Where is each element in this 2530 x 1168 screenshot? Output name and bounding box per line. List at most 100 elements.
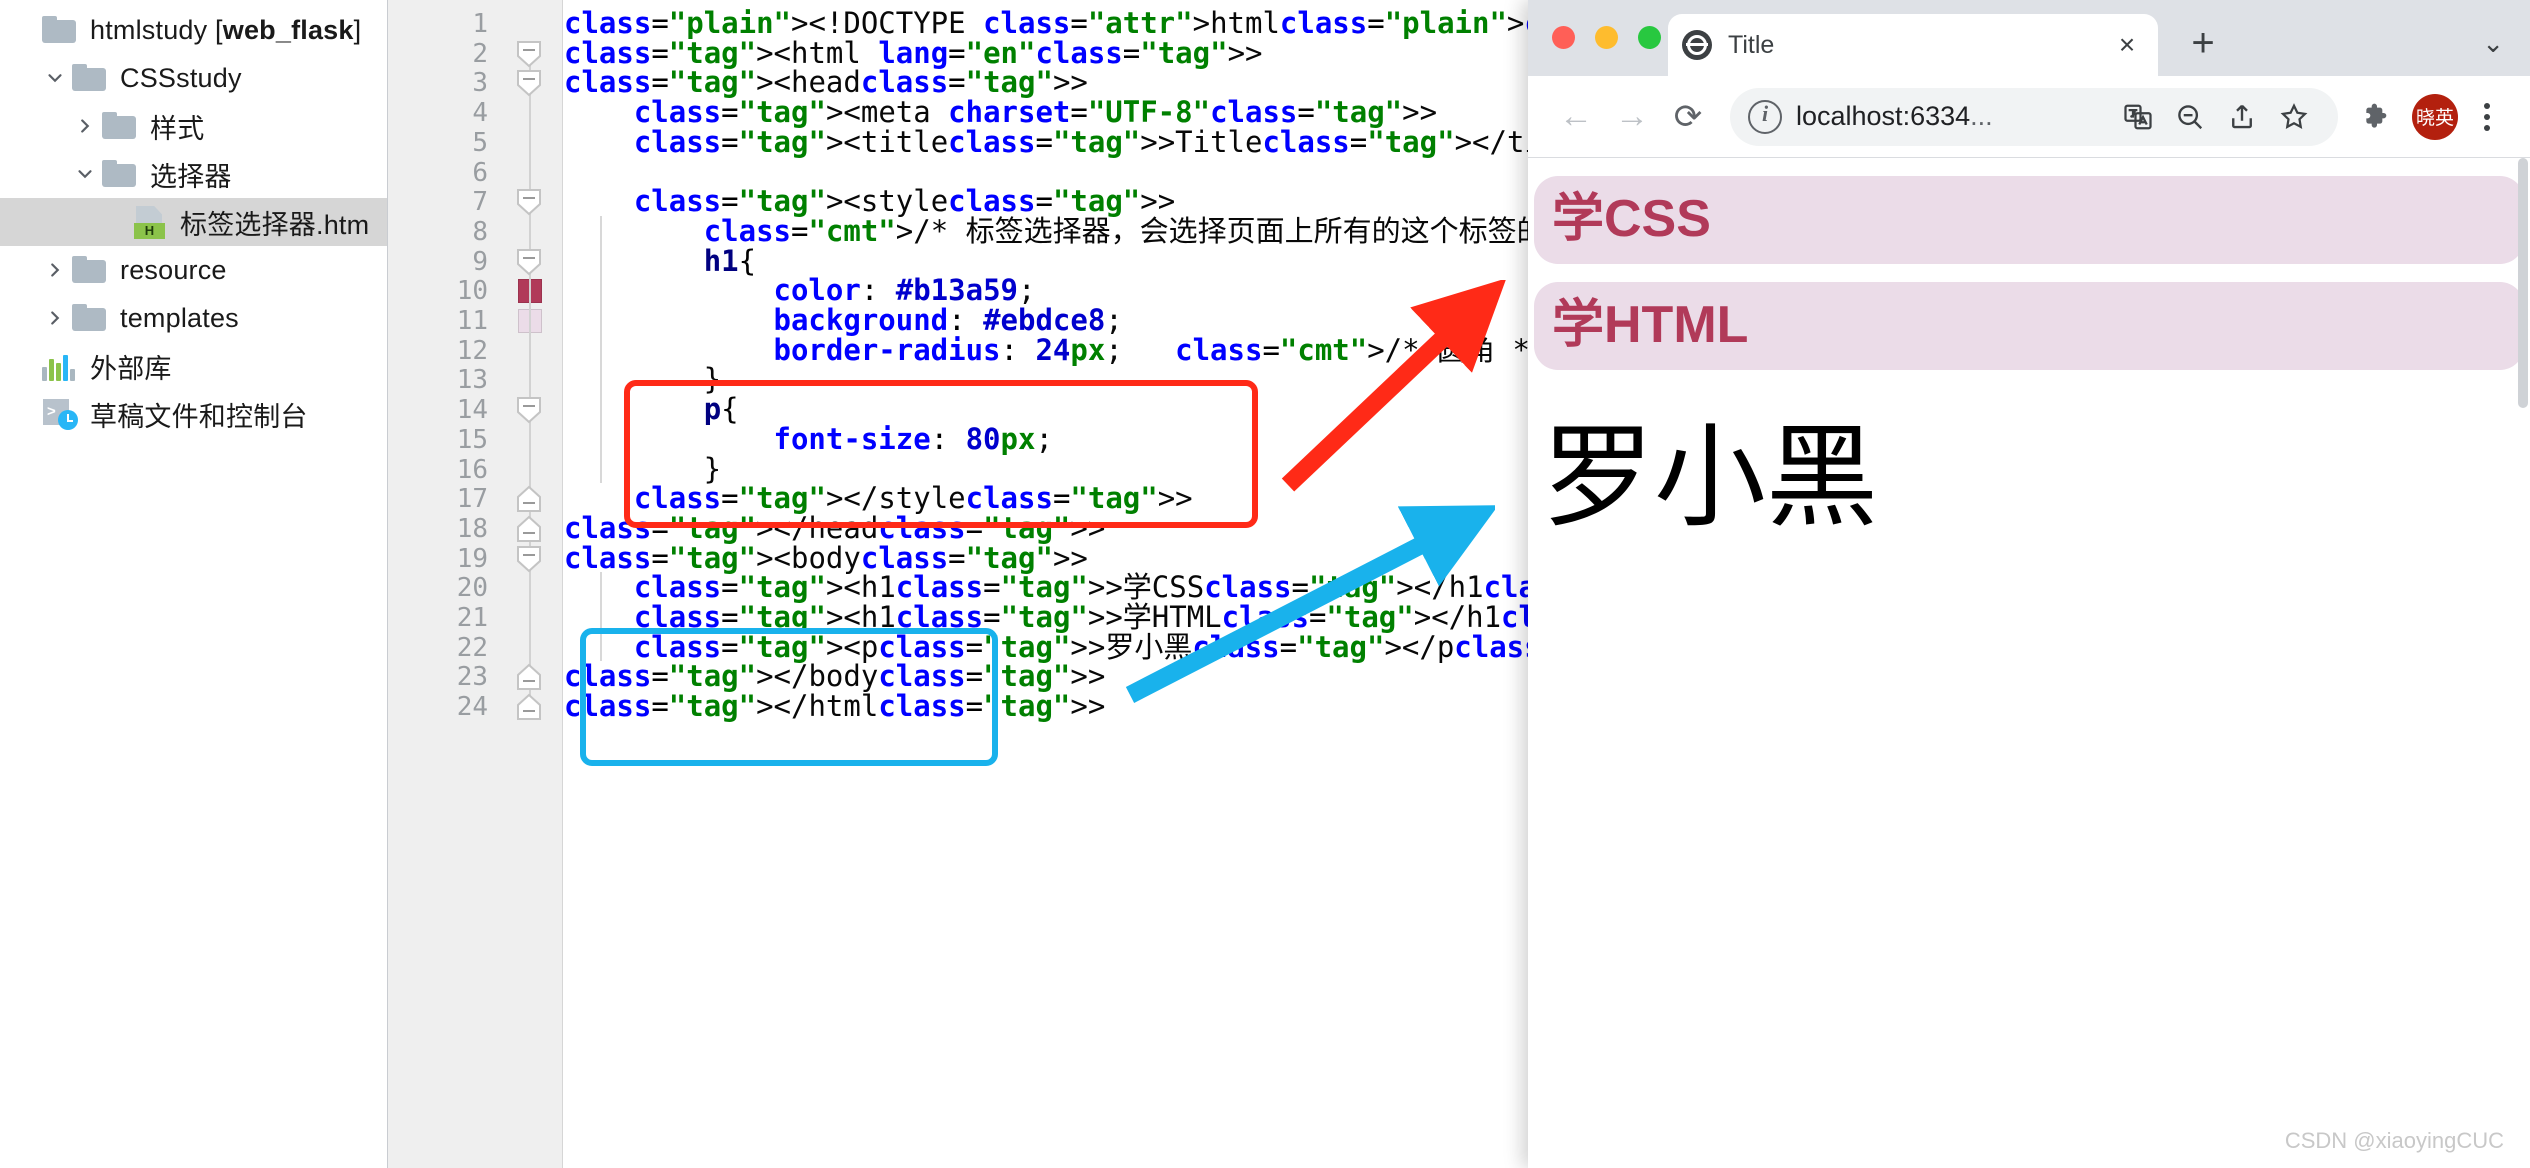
tree-item[interactable]: 选择器 [0, 150, 387, 198]
line-number: 23 [456, 662, 488, 693]
code-line[interactable]: font-size: 80px; [564, 424, 1053, 454]
tree-item[interactable]: templates [0, 294, 387, 342]
code-line[interactable]: border-radius: 24px; class="cmt">/* 圆角 *… [564, 335, 1528, 365]
chrome-browser-window[interactable]: Title × + ⌄ ← → ⟳ localhost:6334... [1528, 0, 2530, 1168]
code-line[interactable]: class="tag"></bodyclass="tag">> [564, 661, 1105, 691]
reload-button[interactable]: ⟳ [1660, 89, 1716, 145]
chevron-down-icon[interactable] [68, 157, 102, 191]
tree-item-label: 外部库 [90, 353, 172, 384]
folder-icon [102, 160, 138, 188]
fold-end-icon[interactable] [516, 693, 542, 723]
code-content-area[interactable]: class="plain"><!DOCTYPE class="attr">htm… [564, 0, 1528, 1168]
address-bar[interactable]: localhost:6334... [1730, 87, 2338, 146]
chevron-right-icon[interactable] [68, 109, 102, 143]
puzzle-icon[interactable] [2352, 91, 2402, 143]
code-line[interactable]: class="tag"><h1class="tag">>学CSSclass="t… [564, 572, 1528, 602]
close-window-button[interactable] [1552, 26, 1575, 49]
minimize-window-button[interactable] [1595, 26, 1618, 49]
chevron-down-icon[interactable] [38, 61, 72, 95]
fold-end-icon[interactable] [516, 485, 542, 515]
close-tab-button[interactable]: × [2110, 29, 2144, 61]
folder-icon [42, 16, 78, 44]
code-line[interactable]: background: #ebdce8; [564, 305, 1123, 335]
line-number: 12 [456, 335, 488, 366]
back-button[interactable]: ← [1548, 89, 1604, 145]
line-number: 14 [456, 395, 488, 426]
chevron-right-icon[interactable] [38, 253, 72, 287]
line-number: 22 [456, 632, 488, 663]
line-number: 7 [472, 187, 488, 218]
zoom-out-icon[interactable] [2164, 91, 2216, 143]
share-icon[interactable] [2216, 91, 2268, 143]
globe-icon [1682, 30, 1712, 60]
tree-item[interactable]: 外部库 [0, 342, 387, 390]
code-line[interactable]: class="tag"><meta charset="UTF-8"class="… [564, 97, 1437, 127]
fold-collapse-icon[interactable] [516, 545, 542, 575]
code-line[interactable]: h1{ [564, 246, 756, 276]
browser-tab[interactable]: Title × [1668, 14, 2158, 76]
line-number: 2 [472, 38, 488, 69]
code-line[interactable]: } [564, 364, 721, 394]
code-line[interactable]: class="plain"><!DOCTYPE class="attr">htm… [564, 8, 1528, 38]
tree-item[interactable]: 样式 [0, 102, 387, 150]
code-line[interactable]: class="tag"></htmlclass="tag">> [564, 691, 1105, 721]
folder-icon [72, 256, 108, 284]
code-line[interactable]: class="tag"></styleclass="tag">> [564, 483, 1193, 513]
maximize-window-button[interactable] [1638, 26, 1661, 49]
code-folding-column[interactable] [496, 0, 563, 1168]
new-tab-button[interactable]: + [2183, 23, 2223, 63]
tree-item-label: 草稿文件和控制台 [90, 401, 308, 432]
fold-collapse-icon[interactable] [516, 188, 542, 218]
tree-item-label: templates [120, 302, 239, 333]
code-line[interactable]: class="tag"></headclass="tag">> [564, 513, 1105, 543]
kebab-menu-icon[interactable] [2464, 102, 2510, 131]
tree-item[interactable]: > 草稿文件和控制台 [0, 390, 387, 438]
vertical-scrollbar[interactable] [2518, 158, 2528, 408]
url-value: localhost:6334 [1796, 101, 1971, 131]
code-line[interactable]: class="tag"><bodyclass="tag">> [564, 543, 1088, 573]
fold-collapse-icon[interactable] [516, 69, 542, 99]
code-line[interactable]: color: #b13a59; [564, 275, 1036, 305]
tree-item[interactable]: resource [0, 246, 387, 294]
line-number: 4 [472, 98, 488, 129]
tree-item-label: 标签选择器.htm [180, 209, 370, 240]
fold-connector-line [529, 420, 531, 466]
rendered-paragraph: 罗小黑 [1542, 414, 1878, 540]
fold-end-icon[interactable] [516, 663, 542, 693]
code-line[interactable]: class="tag"><titleclass="tag">>Titleclas… [564, 127, 1528, 157]
code-line[interactable]: p{ [564, 394, 739, 424]
fold-collapse-icon[interactable] [516, 396, 542, 426]
tree-item[interactable]: CSSstudy [0, 54, 387, 102]
translate-icon[interactable] [2112, 91, 2164, 143]
code-line[interactable]: class="tag"><styleclass="tag">> [564, 186, 1175, 216]
code-line[interactable]: class="tag"><h1class="tag">>学HTMLclass="… [564, 602, 1528, 632]
site-info-icon[interactable] [1748, 99, 1782, 134]
tree-item-label: htmlstudy [web_flask] [90, 14, 362, 45]
line-number: 8 [472, 216, 488, 247]
tree-item[interactable]: htmlstudy [web_flask] [0, 6, 387, 54]
fold-collapse-icon[interactable] [516, 40, 542, 70]
code-line[interactable]: class="tag"><html lang="en"class="tag">> [564, 38, 1262, 68]
tab-list-chevron-down-icon[interactable]: ⌄ [2482, 28, 2504, 59]
window-controls[interactable] [1552, 26, 1661, 49]
avatar[interactable]: 晓英 [2412, 93, 2458, 140]
code-line[interactable]: class="tag"><headclass="tag">> [564, 67, 1088, 97]
code-editor[interactable]: 1 2 3 4 5 6 7 8 9 10 11 12 13 14 15 16 17 18 19 20 21 22 23 24 … [388, 0, 1528, 1168]
fold-collapse-icon[interactable] [516, 248, 542, 278]
star-icon[interactable] [2268, 91, 2320, 143]
code-line[interactable]: } [564, 454, 721, 484]
screen: htmlstudy [web_flask] CSSstudy 样式 选择器 H 标签选择器… [0, 0, 2530, 1168]
code-line[interactable]: class="tag"><pclass="tag">>罗小黑class="tag… [564, 632, 1528, 662]
project-sidebar[interactable]: htmlstudy [web_flask] CSSstudy 样式 选择器 H 标签选择器… [0, 0, 388, 1168]
line-number: 15 [456, 424, 488, 455]
line-number: 10 [456, 276, 488, 307]
line-number: 19 [456, 543, 488, 574]
forward-button[interactable]: → [1604, 89, 1660, 145]
line-number: 5 [472, 127, 488, 158]
tree-item-label: resource [120, 254, 227, 285]
tree-item[interactable]: H 标签选择器.htm [0, 198, 387, 246]
fold-end-icon[interactable] [516, 515, 542, 545]
html-file-icon: H [132, 204, 168, 240]
chevron-right-icon[interactable] [38, 301, 72, 335]
code-line[interactable]: class="cmt">/* 标签选择器，会选择页面上所有的这个标签的元素 */ [564, 216, 1528, 246]
